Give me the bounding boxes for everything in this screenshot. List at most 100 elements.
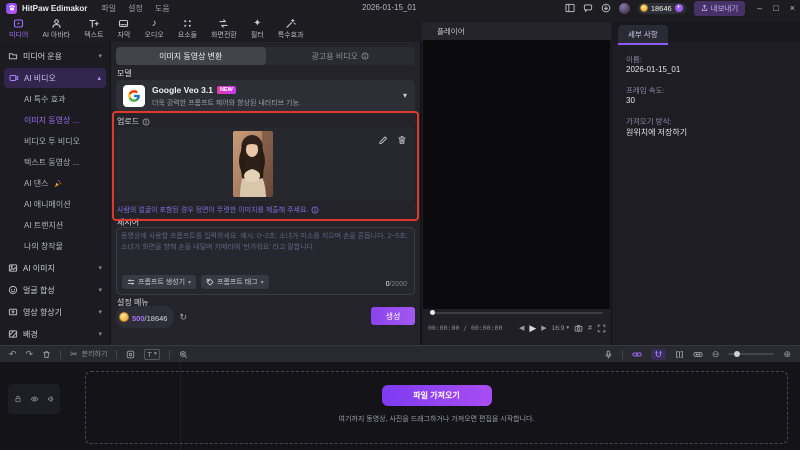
sidebar-item-ai-dance[interactable]: AI 댄스	[0, 173, 110, 194]
zoom-slider-knob[interactable]	[734, 351, 741, 357]
magnet-icon[interactable]	[650, 348, 666, 360]
credits-badge[interactable]: 18646 +	[637, 2, 686, 14]
mute-speaker-icon[interactable]	[47, 395, 55, 403]
play-icon[interactable]: ▶	[529, 323, 536, 334]
media-drop-zone[interactable]: 파일 가져오기 여기까지 동영상, 사진을 드래그하거나 가져오면 편집을 시작…	[85, 371, 788, 444]
menu-settings[interactable]: 설정	[128, 3, 143, 14]
eye-icon[interactable]	[30, 395, 39, 403]
prompt-tags-button[interactable]: 프롬프트 태그 ▾	[201, 275, 269, 289]
sidebar-group-media[interactable]: 미디어 운용 ▾	[0, 45, 110, 67]
delete-trash-icon[interactable]	[397, 135, 407, 145]
timeline-zoom-slider[interactable]	[728, 351, 775, 357]
tab-effects[interactable]: 특수효과	[271, 17, 311, 41]
image-icon	[8, 263, 18, 273]
feedback-icon[interactable]	[583, 3, 593, 13]
caret-down-icon: ▾	[98, 287, 102, 294]
prompt-input[interactable]	[119, 230, 413, 272]
add-credits-icon[interactable]: +	[674, 4, 683, 12]
ripple-edit-icon[interactable]	[675, 350, 684, 359]
prompt-generator-button[interactable]: 프롬프트 생성기 ▾	[122, 275, 197, 289]
window-controls: – □ ×	[757, 3, 795, 13]
sidebar-group-ai-image[interactable]: AI 이미지 ▾	[0, 257, 110, 279]
download-icon[interactable]	[601, 3, 611, 13]
document-title: 2026-01-15_01	[362, 3, 417, 12]
elements-grid-icon	[182, 18, 193, 29]
export-button[interactable]: 내보내기	[693, 0, 746, 16]
menu-bar: 파일 설정 도움	[101, 3, 169, 14]
caret-down-icon: ▾	[98, 309, 102, 316]
folder-icon	[8, 51, 18, 61]
fullscreen-icon[interactable]	[597, 324, 606, 333]
close-icon[interactable]: ×	[790, 3, 795, 13]
sidebar-group-ai-video[interactable]: AI 비디오 ▴	[4, 68, 106, 88]
sidebar-item-image-to-video[interactable]: 이미지 동영상 ...	[0, 110, 110, 131]
minimize-icon[interactable]: –	[757, 3, 762, 13]
sidebar-item-video-to-video[interactable]: 비디오 투 비디오	[0, 131, 110, 152]
edit-pencil-icon[interactable]	[378, 135, 388, 145]
export-arrow-icon	[701, 4, 707, 12]
avatar-person-icon	[51, 18, 62, 29]
menu-file[interactable]: 파일	[101, 3, 116, 14]
tab-ai-avatar[interactable]: AI 아바타	[35, 17, 77, 41]
tab-transition[interactable]: 화면전환	[204, 17, 244, 41]
redo-icon[interactable]: ↷	[26, 349, 34, 360]
player-title: 플레이어	[437, 26, 465, 36]
sidebar-item-ai-effects[interactable]: AI 특수 효과	[0, 89, 110, 110]
tab-filter[interactable]: ✦ 필터	[244, 17, 271, 41]
tab-media[interactable]: 미디어	[2, 17, 35, 41]
link-icon[interactable]	[632, 350, 642, 359]
tab-ad-video[interactable]: 광고용 비디오	[266, 47, 416, 65]
split-button[interactable]: ✂ 분리하기	[70, 349, 107, 360]
sidebar-item-my-creations[interactable]: 나의 창작물	[0, 236, 110, 257]
sidebar-item-ai-animation[interactable]: AI 애니메이션	[0, 194, 110, 215]
timecode: 00:00:00 / 00:00:00	[428, 324, 503, 332]
import-file-button[interactable]: 파일 가져오기	[381, 385, 492, 406]
upload-dropzone[interactable]	[116, 127, 415, 201]
tab-details[interactable]: 세부 사항	[618, 25, 668, 45]
mask-icon[interactable]	[126, 350, 135, 359]
snapshot-camera-icon[interactable]	[574, 324, 583, 333]
sidebar-item-ai-transition[interactable]: AI 트랜지션	[0, 215, 110, 236]
sidebar-group-enhancer[interactable]: 영상 향상기 ▾	[0, 301, 110, 323]
details-panel: 세부 사항 이름: 2026-01-15_01 프레임 속도: 30 가져오기 …	[612, 22, 800, 345]
sidebar-group-background[interactable]: 배경 ▾	[0, 323, 110, 345]
tab-subtitle[interactable]: 자막	[111, 17, 138, 41]
aspect-ratio-selector[interactable]: 16:9 ▾	[552, 325, 569, 332]
seek-bar[interactable]	[430, 310, 603, 315]
caret-down-icon: ▾	[98, 331, 102, 338]
next-frame-icon[interactable]: ▶	[541, 324, 546, 332]
lock-icon[interactable]	[14, 395, 22, 403]
menu-help[interactable]: 도움	[155, 3, 170, 14]
party-icon	[53, 179, 62, 188]
cost-badge: 500/18646	[116, 306, 175, 328]
tab-image-to-video[interactable]: 이미지 동영상 변환	[116, 47, 266, 65]
model-name-row: Google Veo 3.1 NEW	[152, 85, 236, 95]
record-voice-icon[interactable]	[604, 350, 613, 359]
sidebar-item-text-to-video[interactable]: 텍스트 동영상 ...	[0, 152, 110, 173]
maximize-icon[interactable]: □	[773, 3, 778, 13]
fit-timeline-icon[interactable]	[693, 350, 703, 359]
add-text-tool[interactable]: T ▾	[144, 348, 160, 360]
refresh-icon[interactable]: ↻	[179, 312, 187, 323]
info-icon	[142, 118, 150, 125]
music-note-icon: ♪	[151, 18, 157, 29]
magnifier-plus-icon[interactable]	[179, 350, 188, 359]
previous-frame-icon[interactable]: ◀	[519, 324, 524, 332]
user-avatar[interactable]	[618, 2, 630, 14]
seek-knob[interactable]	[430, 310, 435, 315]
layout-icon[interactable]	[565, 3, 575, 13]
generate-button[interactable]: 생성	[371, 307, 415, 325]
tab-elements[interactable]: 요소들	[171, 17, 204, 41]
delete-trash-icon[interactable]	[42, 350, 51, 359]
zoom-in-icon[interactable]: ⊕	[783, 349, 791, 360]
uploaded-image	[233, 131, 273, 197]
face-icon	[8, 285, 18, 295]
model-selector[interactable]: Google Veo 3.1 NEW 더욱 강력한 프롬프트 제어와 향상된 내…	[116, 80, 415, 112]
tab-audio[interactable]: ♪ 오디오	[137, 17, 170, 41]
sidebar-group-face-swap[interactable]: 얼굴 합성 ▾	[0, 279, 110, 301]
zoom-out-icon[interactable]: ⊖	[712, 349, 720, 360]
undo-icon[interactable]: ↶	[9, 349, 17, 360]
tab-text[interactable]: 텍스트	[77, 17, 110, 41]
grid-icon[interactable]: #	[588, 325, 592, 332]
player-header: 플레이어	[422, 22, 611, 40]
